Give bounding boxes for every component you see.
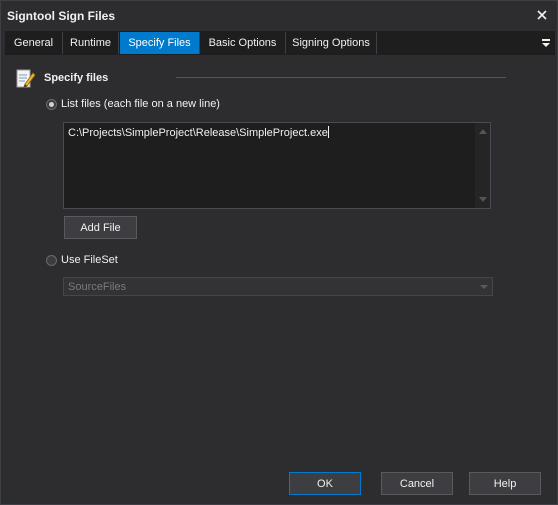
fileset-select-value: SourceFiles — [68, 281, 127, 293]
section-title: Specify files — [44, 72, 109, 84]
menu-dropdown-icon — [542, 39, 550, 47]
use-fileset-radio[interactable] — [46, 255, 57, 266]
fileset-select[interactable]: SourceFiles — [63, 277, 493, 296]
title-bar: Signtool Sign Files — [1, 1, 557, 31]
section-divider — [176, 77, 506, 78]
cancel-button[interactable]: Cancel — [381, 472, 453, 495]
help-button[interactable]: Help — [469, 472, 541, 495]
scroll-down-icon[interactable] — [479, 197, 487, 202]
close-button[interactable] — [531, 5, 553, 25]
text-caret — [327, 126, 329, 138]
notepad-pencil-icon — [16, 69, 36, 88]
scroll-up-icon[interactable] — [479, 129, 487, 134]
tab-signing-options[interactable]: Signing Options — [286, 32, 377, 54]
tab-basic-options[interactable]: Basic Options — [200, 32, 286, 54]
use-fileset-label[interactable]: Use FileSet — [61, 254, 118, 266]
tab-runtime[interactable]: Runtime — [63, 32, 119, 54]
window-title: Signtool Sign Files — [7, 9, 115, 23]
tab-specify-files[interactable]: Specify Files — [120, 32, 200, 54]
ok-button[interactable]: OK — [289, 472, 361, 495]
list-files-label[interactable]: List files (each file on a new line) — [61, 98, 220, 110]
vertical-scrollbar[interactable] — [475, 123, 490, 208]
tab-menu-button[interactable] — [537, 31, 555, 55]
list-files-radio[interactable] — [46, 99, 57, 110]
dialog-window: Signtool Sign Files General Runtime Spec… — [0, 0, 558, 505]
files-textarea-value: C:\Projects\SimpleProject\Release\Simple… — [68, 127, 328, 139]
tab-bar: General Runtime Specify Files Basic Opti… — [5, 31, 555, 55]
chevron-down-icon — [480, 285, 488, 289]
tab-general[interactable]: General — [5, 32, 63, 54]
close-icon — [537, 10, 547, 20]
files-textarea[interactable]: C:\Projects\SimpleProject\Release\Simple… — [63, 122, 491, 209]
add-file-button[interactable]: Add File — [64, 216, 137, 239]
